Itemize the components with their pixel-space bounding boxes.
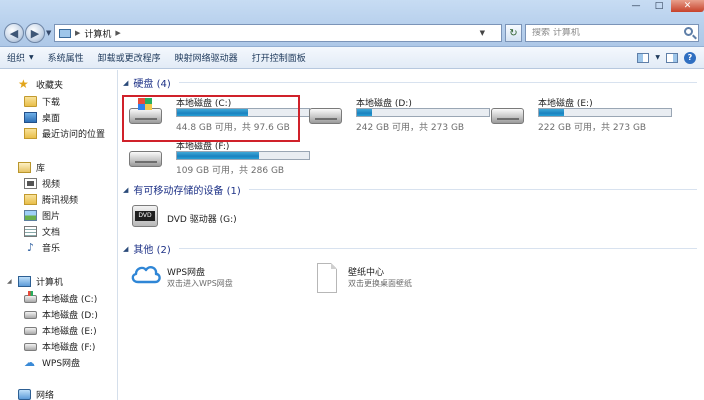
network-icon — [18, 389, 31, 400]
desktop-icon — [24, 112, 37, 123]
refresh-button[interactable]: ↻ — [505, 24, 522, 42]
nav-pictures[interactable]: 图片 — [24, 209, 60, 222]
library-icon — [18, 162, 31, 173]
computer-icon — [18, 276, 31, 287]
wps-cloud-description: 双击进入WPS网盘 — [167, 279, 233, 288]
collapse-triangle-icon: ◢ — [123, 78, 129, 87]
hard-drive-icon — [24, 326, 37, 335]
breadcrumb-separator-icon[interactable]: ▶ — [115, 29, 120, 37]
nav-network[interactable]: 网络 — [18, 388, 54, 400]
nav-favorites[interactable]: ★ 收藏夹 — [18, 78, 63, 91]
breadcrumb-computer[interactable]: 计算机 — [84, 27, 111, 40]
documents-icon — [24, 226, 37, 237]
usage-bar-fill — [177, 152, 259, 159]
open-control-panel-button[interactable]: 打开控制面板 — [245, 47, 313, 69]
group-header-removable[interactable]: ◢ 有可移动存储的设备 (1) — [123, 182, 697, 197]
hard-drive-icon — [24, 342, 37, 351]
cloud-icon[interactable] — [130, 263, 162, 285]
system-drive-icon — [24, 290, 37, 303]
nav-desktop[interactable]: 桌面 — [24, 111, 60, 124]
uninstall-program-button[interactable]: 卸载或更改程序 — [91, 47, 168, 69]
arrow-right-icon: ▶ — [30, 26, 40, 40]
nav-wps-cloud[interactable]: ☁ WPS网盘 — [24, 356, 80, 369]
usage-bar-fill — [357, 109, 372, 116]
wallpaper-file-icon[interactable] — [317, 263, 337, 293]
drive-tile-f[interactable]: 本地磁盘 (F:) 109 GB 可用，共 286 GB — [129, 139, 310, 179]
search-input[interactable] — [532, 28, 672, 38]
nav-downloads[interactable]: 下载 — [24, 95, 60, 108]
video-library-icon — [24, 178, 37, 189]
address-bar[interactable]: ▶ 计算机 ▶ ▼ — [54, 24, 502, 42]
usage-bar-fill — [539, 109, 565, 116]
nav-libraries[interactable]: 库 — [18, 161, 45, 174]
pictures-icon — [24, 210, 37, 221]
preview-pane-icon[interactable] — [666, 52, 678, 63]
highlight-box — [122, 95, 300, 142]
computer-icon — [59, 28, 71, 38]
nav-tencent-video[interactable]: 腾讯视频 — [24, 193, 78, 206]
organize-button[interactable]: 组织 ▼ — [0, 47, 41, 69]
map-network-drive-button[interactable]: 映射网络驱动器 — [168, 47, 245, 69]
nav-music[interactable]: ♪ 音乐 — [24, 241, 60, 254]
command-bar: 组织 ▼ 系统属性 卸载或更改程序 映射网络驱动器 打开控制面板 ▼ ? — [0, 47, 704, 69]
close-button[interactable]: ✕ — [671, 0, 704, 12]
collapse-triangle-icon: ◢ — [123, 185, 129, 194]
minimize-button[interactable]: — — [625, 0, 647, 12]
hard-drive-icon — [491, 108, 524, 124]
drive-tile-e[interactable]: 本地磁盘 (E:) 222 GB 可用，共 273 GB — [491, 96, 672, 136]
search-box[interactable] — [525, 24, 699, 42]
dvd-drive-label[interactable]: DVD 驱动器 (G:) — [167, 212, 237, 225]
address-dropdown-icon[interactable]: ▼ — [480, 29, 485, 37]
group-divider — [178, 82, 697, 83]
nav-documents[interactable]: 文档 — [24, 225, 60, 238]
hard-drive-icon — [309, 108, 342, 124]
usage-bar — [538, 108, 672, 117]
hard-drive-icon — [24, 310, 37, 319]
help-icon[interactable]: ? — [684, 51, 696, 64]
wps-cloud-name[interactable]: WPS网盘 — [167, 265, 205, 278]
breadcrumb-separator-icon[interactable]: ▶ — [75, 29, 80, 37]
maximize-button[interactable]: □ — [648, 0, 670, 12]
group-divider — [178, 248, 697, 249]
recent-places-icon — [24, 128, 37, 139]
wallpaper-center-description: 双击更换桌面壁纸 — [348, 279, 412, 288]
view-dropdown-icon[interactable]: ▼ — [655, 54, 660, 61]
downloads-folder-icon — [24, 96, 37, 107]
hard-drive-icon — [129, 151, 162, 167]
expand-computer-icon[interactable]: ◢ — [7, 278, 12, 285]
forward-button[interactable]: ▶ — [25, 23, 45, 43]
folder-icon — [24, 194, 37, 205]
system-properties-button[interactable]: 系统属性 — [41, 47, 91, 69]
back-button[interactable]: ◀ — [4, 23, 24, 43]
navigation-pane: ★ 收藏夹 下载 桌面 最近访问的位置 库 视频 腾讯视频 图片 文档 ♪ 音乐 ◢… — [0, 70, 118, 400]
nav-drive-d[interactable]: 本地磁盘 (D:) — [24, 308, 98, 321]
change-view-icon[interactable] — [637, 52, 650, 63]
nav-drive-c[interactable]: 本地磁盘 (C:) — [24, 290, 97, 305]
group-header-hard-disks[interactable]: ◢ 硬盘 (4) — [123, 75, 697, 90]
chevron-down-icon: ▼ — [29, 54, 34, 61]
usage-bar — [176, 151, 310, 160]
search-icon[interactable] — [684, 27, 693, 36]
nav-computer[interactable]: 计算机 — [18, 275, 63, 288]
cloud-icon: ☁ — [24, 356, 35, 369]
history-dropdown[interactable]: ▼ — [46, 29, 51, 37]
title-bar: — □ ✕ ◀ ▶ ▼ ▶ 计算机 ▶ ▼ ↻ — [0, 0, 704, 47]
arrow-left-icon: ◀ — [9, 26, 19, 40]
wallpaper-center-name[interactable]: 壁纸中心 — [348, 265, 384, 278]
refresh-icon: ↻ — [509, 27, 518, 39]
group-header-other[interactable]: ◢ 其他 (2) — [123, 241, 697, 256]
collapse-triangle-icon: ◢ — [123, 244, 129, 253]
nav-videos[interactable]: 视频 — [24, 177, 60, 190]
drive-tile-d[interactable]: 本地磁盘 (D:) 242 GB 可用，共 273 GB — [309, 96, 490, 136]
nav-recent-places[interactable]: 最近访问的位置 — [24, 127, 105, 140]
nav-drive-e[interactable]: 本地磁盘 (E:) — [24, 324, 97, 337]
dvd-drive-icon[interactable]: DVD — [132, 201, 158, 229]
music-note-icon: ♪ — [26, 241, 35, 254]
star-icon: ★ — [18, 77, 29, 91]
group-divider — [248, 189, 697, 190]
nav-drive-f[interactable]: 本地磁盘 (F:) — [24, 340, 95, 353]
usage-bar — [356, 108, 490, 117]
